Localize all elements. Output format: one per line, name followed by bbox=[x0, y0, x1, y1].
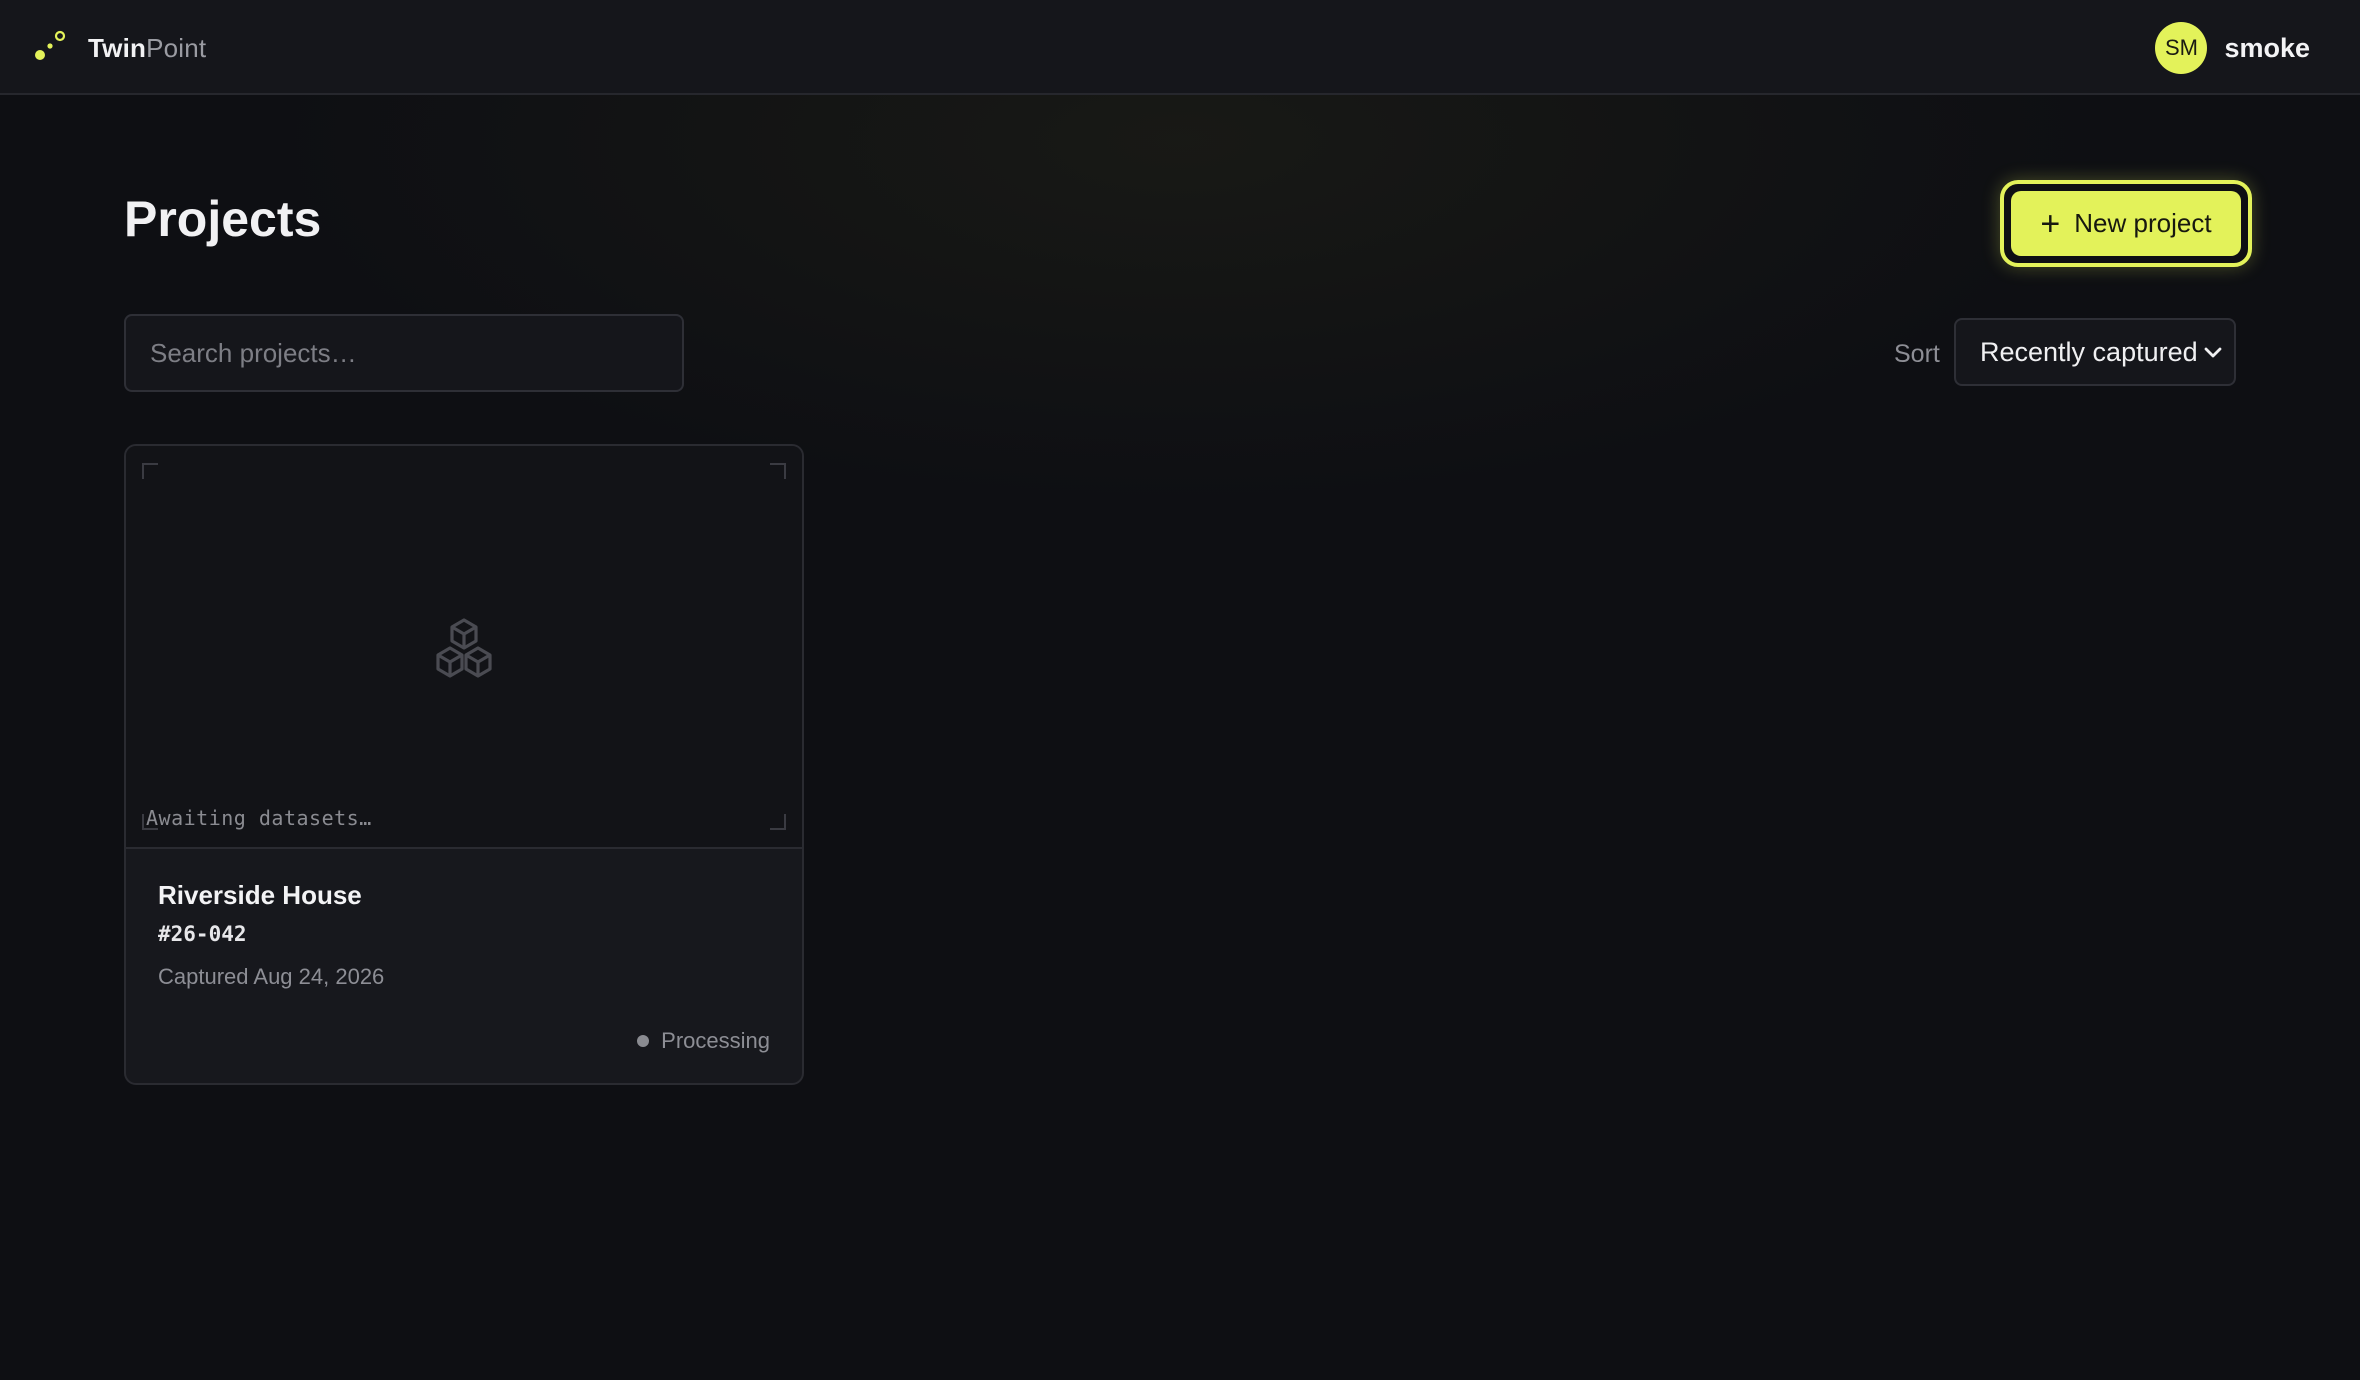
frame-corner bbox=[142, 463, 158, 479]
project-captured-date: Captured Aug 24, 2026 bbox=[158, 964, 385, 989]
project-name[interactable]: Riverside House bbox=[158, 880, 362, 911]
new-project-button[interactable]: + New project bbox=[2000, 180, 2252, 267]
new-project-button-face[interactable]: + New project bbox=[2011, 191, 2241, 256]
project-card[interactable]: Awaiting datasets… Riverside House #26-0… bbox=[124, 444, 804, 1085]
frame-corner bbox=[770, 463, 786, 479]
sort-select[interactable]: Recently captured bbox=[1954, 318, 2236, 386]
avatar[interactable]: SM bbox=[2155, 22, 2208, 74]
user-menu[interactable]: SM smoke bbox=[2155, 22, 2310, 74]
status-text: Processing bbox=[661, 1028, 770, 1053]
plus-icon: + bbox=[2040, 204, 2061, 243]
thumbnail-status-text: Awaiting datasets… bbox=[146, 806, 372, 830]
status-badge: Processing bbox=[637, 1028, 770, 1054]
new-project-label: New project bbox=[2074, 208, 2212, 238]
sort-selected-value: Recently captured bbox=[1980, 336, 2198, 367]
logo-icon bbox=[34, 29, 66, 68]
status-dot-icon bbox=[637, 1035, 650, 1047]
username[interactable]: smoke bbox=[2224, 33, 2310, 64]
brand-logo-link[interactable]: TwinPoint bbox=[34, 30, 206, 66]
project-code: #26-042 bbox=[158, 922, 247, 946]
search-input[interactable] bbox=[124, 314, 684, 392]
project-thumbnail: Awaiting datasets… bbox=[126, 446, 802, 849]
sort-label: Sort bbox=[1894, 340, 1940, 368]
top-bar: TwinPoint SM smoke bbox=[0, 0, 2360, 95]
page-title: Projects bbox=[124, 191, 322, 247]
brand-name-light: Point bbox=[146, 32, 207, 63]
brand-name: TwinPoint bbox=[88, 33, 206, 64]
frame-corner bbox=[770, 814, 786, 830]
brand-name-bold: Twin bbox=[88, 32, 147, 63]
